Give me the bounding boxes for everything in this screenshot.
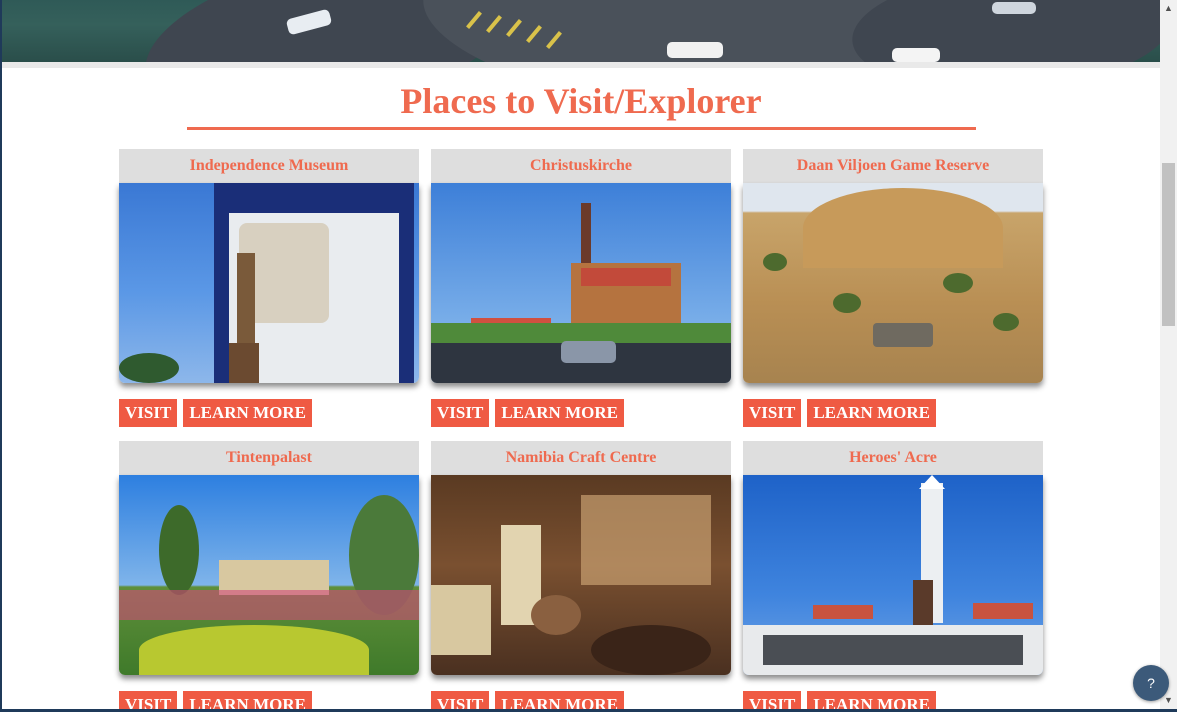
place-photo-independence-museum — [119, 183, 419, 383]
visit-button[interactable]: VISIT — [431, 691, 490, 709]
place-card: Christuskirche VISIT LEARN MORE — [431, 149, 731, 429]
visit-button[interactable]: VISIT — [743, 691, 802, 709]
scroll-up-arrow-icon[interactable]: ▲ — [1160, 0, 1177, 17]
learn-more-button[interactable]: LEARN MORE — [183, 691, 312, 709]
page-frame: Places to Visit/Explorer Independence Mu… — [2, 0, 1160, 709]
vertical-scrollbar[interactable]: ▲ ▼ — [1160, 0, 1177, 709]
place-card: Namibia Craft Centre VISIT LEARN MORE — [431, 441, 731, 709]
place-card-title: Christuskirche — [431, 149, 731, 183]
place-card-title: Heroes' Acre — [743, 441, 1043, 475]
place-card-title: Tintenpalast — [119, 441, 419, 475]
place-card: Tintenpalast VISIT LEARN MORE — [119, 441, 419, 709]
hero-divider — [2, 62, 1160, 68]
place-photo-namibia-craft-centre — [431, 475, 731, 675]
scrollbar-thumb[interactable] — [1162, 163, 1175, 326]
learn-more-button[interactable]: LEARN MORE — [495, 399, 624, 427]
visit-button[interactable]: VISIT — [119, 691, 178, 709]
title-underline — [187, 127, 976, 130]
place-card-title: Independence Museum — [119, 149, 419, 183]
place-photo-heroes-acre — [743, 475, 1043, 675]
place-card: Independence Museum VISIT LEARN MORE — [119, 149, 419, 429]
place-photo-daan-viljoen-game-reserve — [743, 183, 1043, 383]
place-photo-tintenpalast — [119, 475, 419, 675]
place-card-title: Namibia Craft Centre — [431, 441, 731, 475]
place-photo-christuskirche — [431, 183, 731, 383]
place-card: Daan Viljoen Game Reserve VISIT LEARN MOR… — [743, 149, 1043, 429]
section-title: Places to Visit/Explorer — [400, 81, 762, 121]
place-card: Heroes' Acre VISIT LEARN MORE — [743, 441, 1043, 709]
learn-more-button[interactable]: LEARN MORE — [183, 399, 312, 427]
hero-banner-image — [2, 0, 1160, 62]
learn-more-button[interactable]: LEARN MORE — [807, 691, 936, 709]
learn-more-button[interactable]: LEARN MORE — [807, 399, 936, 427]
visit-button[interactable]: VISIT — [431, 399, 490, 427]
help-button[interactable]: ? — [1133, 665, 1169, 701]
place-card-title: Daan Viljoen Game Reserve — [743, 149, 1043, 183]
learn-more-button[interactable]: LEARN MORE — [495, 691, 624, 709]
visit-button[interactable]: VISIT — [743, 399, 802, 427]
visit-button[interactable]: VISIT — [119, 399, 178, 427]
